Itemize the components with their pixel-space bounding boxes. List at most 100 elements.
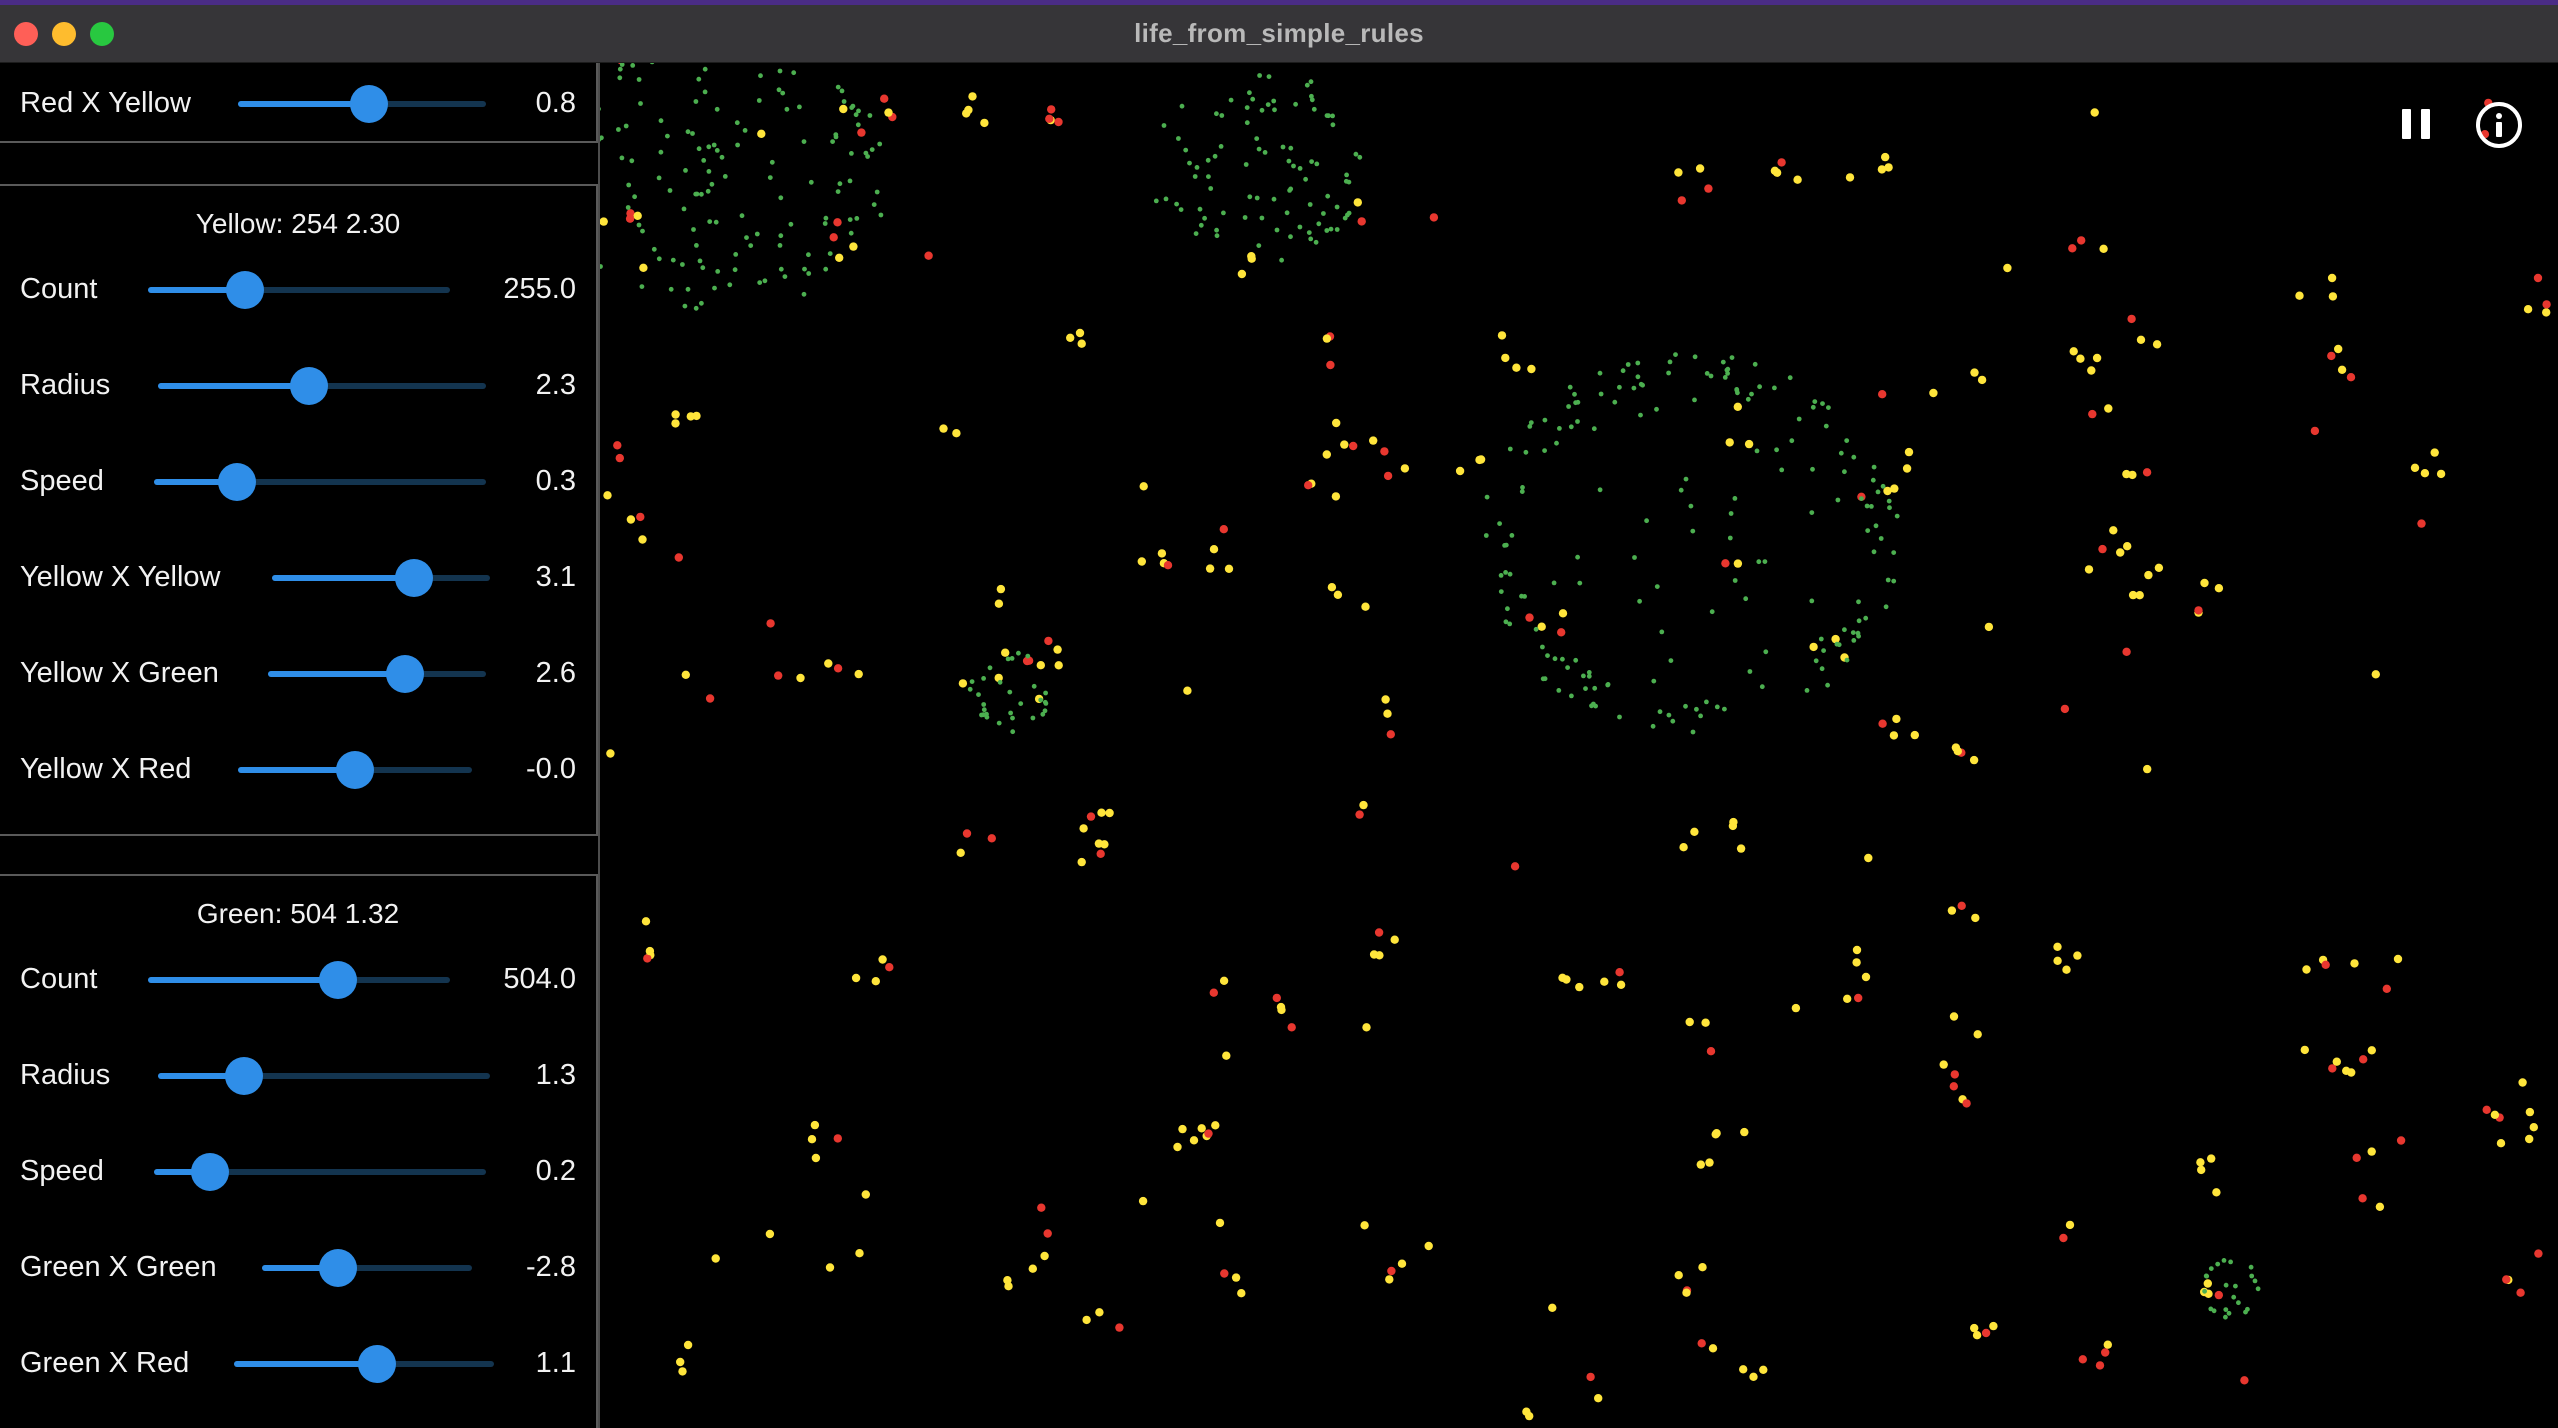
particle — [1375, 951, 1384, 960]
slider-thumb[interactable] — [350, 85, 389, 123]
particle — [1892, 714, 1901, 724]
particle — [1505, 606, 1510, 612]
particle — [1187, 160, 1192, 166]
particle — [1533, 626, 1539, 632]
particle — [847, 217, 853, 223]
particle — [616, 127, 621, 132]
particle — [1949, 1082, 1959, 1091]
particle — [1551, 580, 1557, 586]
particle — [788, 221, 794, 227]
particle — [1638, 381, 1644, 387]
slider-thumb[interactable] — [289, 367, 328, 405]
particle — [1659, 629, 1665, 635]
title-bar: life_from_simple_rules — [0, 5, 2558, 63]
particle — [2490, 1110, 2500, 1120]
particle — [1138, 1196, 1148, 1206]
slider-thumb[interactable] — [225, 1057, 264, 1095]
slider-fill — [268, 671, 406, 677]
slider-thumb[interactable] — [394, 559, 433, 597]
particle — [1572, 391, 1577, 397]
green-panel-title: Green: 504 1.32 — [196, 898, 400, 929]
particle — [1989, 1321, 1998, 1331]
particle — [1387, 1266, 1396, 1276]
particle — [1105, 808, 1114, 818]
particle — [2103, 1340, 2112, 1349]
slider-thumb[interactable] — [386, 655, 425, 693]
particle — [705, 694, 715, 703]
particle — [600, 107, 601, 111]
particle — [2393, 954, 2403, 964]
particle — [1353, 151, 1359, 157]
particle — [1326, 113, 1331, 119]
green-speed-slider[interactable] — [154, 1153, 486, 1191]
slider-thumb[interactable] — [336, 751, 374, 789]
green-count-slider[interactable] — [148, 961, 450, 999]
particle — [1886, 498, 1892, 504]
particle — [1206, 174, 1211, 179]
particle — [2144, 570, 2153, 580]
particle — [2226, 1310, 2232, 1316]
yellow-x-yellow-slider[interactable] — [272, 559, 490, 597]
slider-thumb[interactable] — [218, 463, 256, 501]
particle — [2542, 300, 2551, 309]
particle — [1359, 800, 1368, 810]
yellow-radius-slider[interactable] — [158, 367, 486, 405]
slider-thumb[interactable] — [358, 1345, 396, 1383]
green-radius-slider[interactable] — [158, 1057, 490, 1095]
slider-value: 255.0 — [503, 273, 576, 305]
particle — [1644, 518, 1649, 524]
particle — [1307, 202, 1313, 207]
particle — [1262, 150, 1268, 155]
particle — [784, 106, 790, 112]
particle — [623, 123, 629, 129]
particle — [1344, 172, 1349, 178]
particle — [699, 300, 704, 306]
particle — [678, 1367, 687, 1376]
particle — [822, 221, 828, 226]
particle — [1202, 215, 1207, 221]
slider-thumb[interactable] — [318, 1249, 357, 1287]
pause-button[interactable] — [2396, 103, 2440, 147]
particle — [1667, 359, 1673, 365]
red-x-yellow-slider[interactable] — [238, 85, 486, 123]
slider-thumb[interactable] — [225, 271, 264, 309]
particle — [1567, 384, 1573, 390]
particle — [748, 243, 754, 249]
slider-thumb[interactable] — [191, 1153, 230, 1191]
particle — [967, 686, 973, 692]
yellow-count-slider[interactable] — [148, 271, 450, 309]
particle — [777, 243, 783, 248]
particle — [1483, 533, 1489, 538]
particle — [643, 954, 652, 963]
particle — [715, 269, 721, 274]
particle — [801, 139, 807, 144]
particle — [692, 411, 701, 421]
yellow-speed-slider[interactable] — [154, 463, 486, 501]
control-sidebar[interactable]: Red X Yellow 0.8 Yellow: 254 2.30 Count … — [0, 63, 600, 1428]
particle — [1826, 405, 1831, 410]
particle — [1342, 215, 1348, 221]
particle — [1557, 628, 1566, 637]
slider-label: Speed — [20, 1155, 104, 1187]
yellow-x-red-slider[interactable] — [238, 751, 472, 789]
simulation-canvas[interactable] — [600, 63, 2558, 1428]
particle — [668, 286, 674, 292]
particle — [1666, 370, 1671, 376]
particle — [636, 77, 642, 82]
particle — [1981, 1328, 1991, 1338]
particle — [823, 266, 829, 272]
particle — [1733, 559, 1743, 568]
particle — [1871, 549, 1877, 555]
green-x-green-slider[interactable] — [262, 1249, 472, 1287]
slider-label: Radius — [20, 1059, 111, 1091]
particle — [884, 108, 893, 117]
yellow-x-green-slider[interactable] — [268, 655, 486, 693]
particle — [732, 267, 738, 273]
slider-thumb[interactable] — [319, 961, 358, 999]
info-button[interactable] — [2476, 102, 2522, 148]
particle — [1670, 718, 1676, 724]
particle — [1902, 464, 1912, 473]
particle — [2525, 1107, 2535, 1117]
green-x-red-slider[interactable] — [234, 1345, 494, 1383]
particle — [2084, 565, 2094, 574]
